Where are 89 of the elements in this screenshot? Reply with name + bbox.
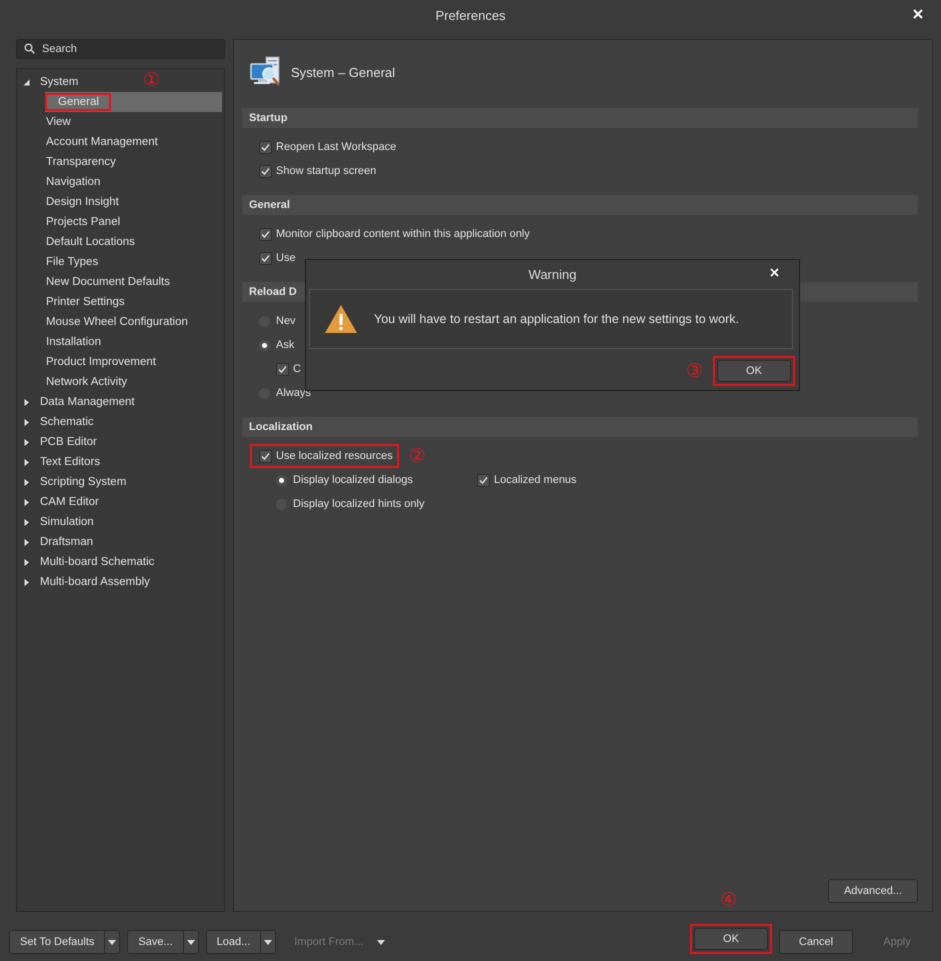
- expand-arrow-icon[interactable]: [23, 458, 30, 466]
- radio-button[interactable]: [259, 340, 270, 350]
- checkbox-label: Monitor clipboard content within this application only: [276, 228, 530, 240]
- tree-item[interactable]: Multi-board Schematic: [17, 552, 158, 572]
- caret-icon: [264, 940, 272, 944]
- checkbox[interactable]: [259, 252, 272, 264]
- tree-item[interactable]: Scripting System: [17, 472, 130, 492]
- tree-item[interactable]: Printer Settings: [17, 292, 222, 312]
- tree-item[interactable]: Navigation: [17, 172, 222, 192]
- radio-button[interactable]: [276, 474, 287, 486]
- tree-item[interactable]: System: [17, 72, 82, 92]
- expand-arrow-icon[interactable]: [23, 518, 30, 526]
- dialog-message: You will have to restart an application for the new settings to work.: [374, 312, 740, 326]
- tree-item[interactable]: CAM Editor: [17, 492, 103, 512]
- checkbox[interactable]: [259, 228, 272, 240]
- caret-icon: [377, 940, 386, 944]
- expand-arrow-icon[interactable]: [23, 478, 30, 486]
- expand-arrow-icon[interactable]: [23, 498, 30, 506]
- checkbox-label: Use localized resources: [276, 450, 393, 462]
- checkbox-label: Reopen Last Workspace: [276, 141, 396, 153]
- split-button[interactable]: Load...: [206, 930, 262, 954]
- tree-item[interactable]: Account Management: [17, 132, 222, 152]
- window-title: Preferences: [435, 8, 506, 22]
- checkbox-label: Use: [276, 252, 296, 264]
- callout-number: ③: [686, 360, 703, 382]
- dropdown-button[interactable]: [105, 930, 120, 954]
- collapse-arrow-icon[interactable]: [23, 78, 30, 86]
- tree-item[interactable]: Multi-board Assembly: [17, 572, 154, 592]
- dropdown-button[interactable]: [261, 930, 276, 954]
- radio-label: Nev: [276, 315, 296, 327]
- tree-item[interactable]: Mouse Wheel Configuration: [17, 312, 222, 332]
- advanced-button[interactable]: Advanced...: [828, 879, 918, 903]
- tree-item[interactable]: Default Locations: [17, 232, 222, 252]
- callout-number: ①: [143, 70, 160, 90]
- tree-item[interactable]: Data Management: [17, 392, 139, 412]
- button[interactable]: Cancel: [779, 930, 853, 954]
- split-button: Import From...: [283, 930, 374, 954]
- tree-item[interactable]: Installation: [17, 332, 222, 352]
- tree-item[interactable]: Design Insight: [17, 192, 222, 212]
- page-title: System – General: [291, 64, 396, 80]
- tree-item[interactable]: Projects Panel: [17, 212, 222, 232]
- expand-arrow-icon[interactable]: [23, 558, 30, 566]
- callout-number: ④: [720, 890, 738, 910]
- checkbox[interactable]: [477, 474, 490, 486]
- tree-item[interactable]: General: [45, 92, 222, 112]
- caret-icon: [186, 940, 195, 944]
- close-icon[interactable]: [913, 9, 923, 19]
- expand-arrow-icon[interactable]: [23, 398, 30, 406]
- callout-number: ②: [408, 445, 426, 467]
- tree-item[interactable]: Text Editors: [17, 452, 104, 472]
- split-button[interactable]: Save...: [127, 930, 184, 954]
- radio-label: Always: [276, 387, 311, 399]
- section-header: General: [242, 195, 918, 215]
- radio-label: Display localized hints only: [293, 498, 424, 510]
- tree-item[interactable]: Schematic: [17, 412, 98, 432]
- checkbox-label: Localized menus: [494, 474, 577, 486]
- checkbox[interactable]: [259, 164, 272, 178]
- tree-item[interactable]: Transparency: [17, 152, 222, 172]
- expand-arrow-icon[interactable]: [23, 578, 30, 586]
- tree-item[interactable]: File Types: [17, 252, 222, 272]
- checkbox-label: C: [293, 363, 301, 375]
- checkbox[interactable]: [259, 450, 272, 462]
- split-button[interactable]: Set To Defaults: [9, 930, 106, 954]
- tree-item[interactable]: Draftsman: [17, 532, 98, 552]
- section-header: Startup: [242, 108, 918, 128]
- section-header: Localization: [242, 417, 918, 437]
- expand-arrow-icon[interactable]: [23, 418, 30, 426]
- button[interactable]: OK: [694, 928, 768, 950]
- radio-label: Display localized dialogs: [293, 474, 413, 486]
- checkbox-label: Show startup screen: [276, 165, 376, 177]
- checkbox[interactable]: [276, 362, 289, 376]
- dialog-title: Warning: [528, 266, 576, 282]
- search-field[interactable]: Search: [16, 39, 225, 59]
- checkbox[interactable]: [259, 140, 272, 154]
- tree-item[interactable]: View: [17, 112, 222, 132]
- tree-item[interactable]: Network Activity: [17, 372, 222, 392]
- tree-item[interactable]: New Document Defaults: [17, 272, 222, 292]
- caret-icon: [108, 940, 116, 944]
- tree-item[interactable]: Product Improvement: [17, 352, 222, 372]
- tree-item[interactable]: Simulation: [17, 512, 98, 532]
- expand-arrow-icon[interactable]: [23, 538, 30, 546]
- search-icon: [24, 43, 35, 54]
- tree-item[interactable]: PCB Editor: [17, 432, 101, 452]
- warning-icon: [324, 304, 358, 334]
- expand-arrow-icon[interactable]: [23, 438, 30, 446]
- radio-label: Ask: [276, 339, 294, 351]
- close-icon[interactable]: [770, 268, 779, 277]
- dropdown-button[interactable]: [184, 930, 199, 954]
- ok-button[interactable]: OK: [717, 360, 791, 382]
